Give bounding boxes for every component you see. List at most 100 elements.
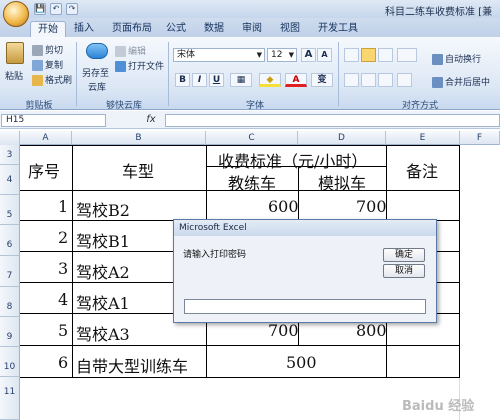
insert-function-icon[interactable]: fx [140, 114, 162, 127]
save-to-cloud-label[interactable]: 另存至 [82, 66, 109, 79]
orientation-button[interactable] [397, 48, 417, 62]
align-right-button[interactable] [378, 73, 393, 87]
formula-input[interactable] [165, 114, 500, 127]
indent-button[interactable] [397, 73, 412, 87]
column-header-d[interactable]: D [298, 131, 386, 145]
align-top-button[interactable] [344, 48, 359, 62]
column-header-e[interactable]: E [386, 131, 460, 145]
row-header-11[interactable]: 11 [0, 377, 20, 420]
align-center-button[interactable] [361, 73, 376, 87]
font-color-button[interactable]: A [285, 73, 307, 87]
table-border [72, 145, 73, 377]
align-left-button[interactable] [344, 73, 359, 87]
column-header-a[interactable]: A [20, 131, 72, 145]
tab-formulas[interactable]: 公式 [162, 21, 190, 37]
cell-simulator-fee[interactable]: 700 [356, 197, 387, 216]
redo-icon[interactable]: ↷ [66, 3, 78, 15]
table-border [20, 377, 460, 378]
cell-vehicle-type[interactable]: 驾校A2 [76, 259, 130, 283]
cell-coach-fee[interactable]: 700 [268, 321, 299, 340]
row-header-3[interactable]: 3 [0, 145, 20, 165]
cell-no[interactable]: 2 [58, 228, 68, 247]
cell-coach-fee[interactable]: 600 [268, 197, 299, 216]
align-middle-button[interactable] [361, 48, 376, 62]
cell-vehicle-type[interactable]: 驾校B2 [76, 197, 130, 221]
paste-icon[interactable] [6, 42, 24, 64]
dialog-title[interactable]: Microsoft Excel [174, 220, 436, 236]
fill-color-button[interactable]: ◆ [259, 73, 281, 87]
tab-review[interactable]: 审阅 [238, 21, 266, 37]
ok-button[interactable]: 确定 [383, 248, 425, 262]
tab-insert[interactable]: 插入 [70, 21, 98, 37]
merge-center-label: 合并后居中 [445, 78, 491, 88]
cell-no[interactable]: 1 [58, 197, 68, 216]
cell-no[interactable]: 4 [58, 290, 68, 309]
tab-home[interactable]: 开始 [30, 21, 66, 37]
shrink-font-button[interactable]: A [317, 48, 332, 62]
italic-button[interactable]: I [192, 73, 207, 87]
format-painter-label: 格式刷 [45, 76, 73, 86]
grow-font-button[interactable]: A [301, 48, 316, 62]
cell-coach-fee[interactable]: 500 [286, 353, 317, 372]
cell-vehicle-type[interactable]: 驾校A3 [76, 321, 130, 345]
column-header-b[interactable]: B [72, 131, 206, 145]
header-coach-car[interactable]: 教练车 [228, 170, 276, 194]
dialog-prompt: 请输入打印密码 [183, 250, 247, 260]
undo-icon[interactable]: ↶ [50, 3, 62, 15]
header-remarks[interactable]: 备注 [406, 158, 438, 182]
group-separator [338, 42, 339, 106]
header-no[interactable]: 序号 [28, 158, 60, 182]
tab-view[interactable]: 视图 [276, 21, 304, 37]
phonetic-button[interactable]: 变 [311, 73, 333, 87]
wrap-icon [432, 54, 443, 65]
row-header-9[interactable]: 9 [0, 317, 20, 347]
header-fee-standard[interactable]: 收费标准（元/小时） [218, 148, 367, 172]
row-header-8[interactable]: 8 [0, 287, 20, 317]
cloud-icon[interactable] [86, 43, 108, 59]
column-header-c[interactable]: C [206, 131, 298, 145]
header-simulator[interactable]: 模拟车 [318, 170, 366, 194]
cell-no[interactable]: 6 [58, 353, 68, 372]
wrap-text-button[interactable]: 自动换行 [432, 52, 481, 65]
format-painter-button[interactable]: 格式刷 [32, 73, 72, 86]
tab-page-layout[interactable]: 页面布局 [108, 21, 156, 37]
row-header-6[interactable]: 6 [0, 225, 20, 256]
clipboard-group-label: 剪贴板 [25, 101, 53, 111]
cell-simulator-fee[interactable]: 800 [356, 321, 387, 340]
font-name-value: 宋体 [177, 50, 196, 60]
open-file-button[interactable]: 打开文件 [115, 59, 164, 72]
save-to-cloud-label-2[interactable]: 云库 [88, 80, 106, 93]
copy-button[interactable]: 复制 [32, 58, 63, 71]
cell-no[interactable]: 5 [58, 321, 68, 340]
select-all-corner[interactable] [0, 131, 20, 145]
cancel-button[interactable]: 取消 [383, 264, 425, 278]
row-header-4[interactable]: 4 [0, 165, 20, 195]
align-bottom-button[interactable] [378, 48, 393, 62]
copy-icon [32, 60, 43, 71]
tab-data[interactable]: 数据 [200, 21, 228, 37]
save-icon[interactable]: 💾 [34, 3, 46, 15]
border-button[interactable]: ▦ [230, 73, 252, 87]
cell-no[interactable]: 3 [58, 259, 68, 278]
edit-button[interactable]: 编辑 [115, 44, 146, 57]
cell-vehicle-type[interactable]: 驾校B1 [76, 228, 130, 252]
cell-vehicle-type[interactable]: 自带大型训练车 [76, 353, 188, 377]
password-input[interactable] [184, 299, 426, 314]
row-header-10[interactable]: 10 [0, 347, 20, 377]
office-button[interactable] [3, 1, 29, 27]
cut-button[interactable]: 剪切 [32, 43, 63, 56]
name-box[interactable]: H15 [1, 114, 106, 127]
cell-vehicle-type[interactable]: 驾校A1 [76, 290, 130, 314]
header-vehicle-type[interactable]: 车型 [122, 158, 154, 182]
paste-button[interactable]: 粘贴 [5, 69, 23, 82]
column-header-f[interactable]: F [460, 131, 500, 145]
font-name-select[interactable]: 宋体 ▼ [173, 48, 265, 62]
font-group-label: 字体 [245, 101, 264, 111]
merge-center-button[interactable]: 合并后居中 [432, 75, 490, 88]
row-header-7[interactable]: 7 [0, 256, 20, 287]
font-size-select[interactable]: 12 ▼ [267, 48, 297, 62]
tab-developer[interactable]: 开发工具 [314, 21, 362, 37]
bold-button[interactable]: B [175, 73, 190, 87]
row-header-5[interactable]: 5 [0, 195, 20, 225]
underline-button[interactable]: U [209, 73, 224, 87]
